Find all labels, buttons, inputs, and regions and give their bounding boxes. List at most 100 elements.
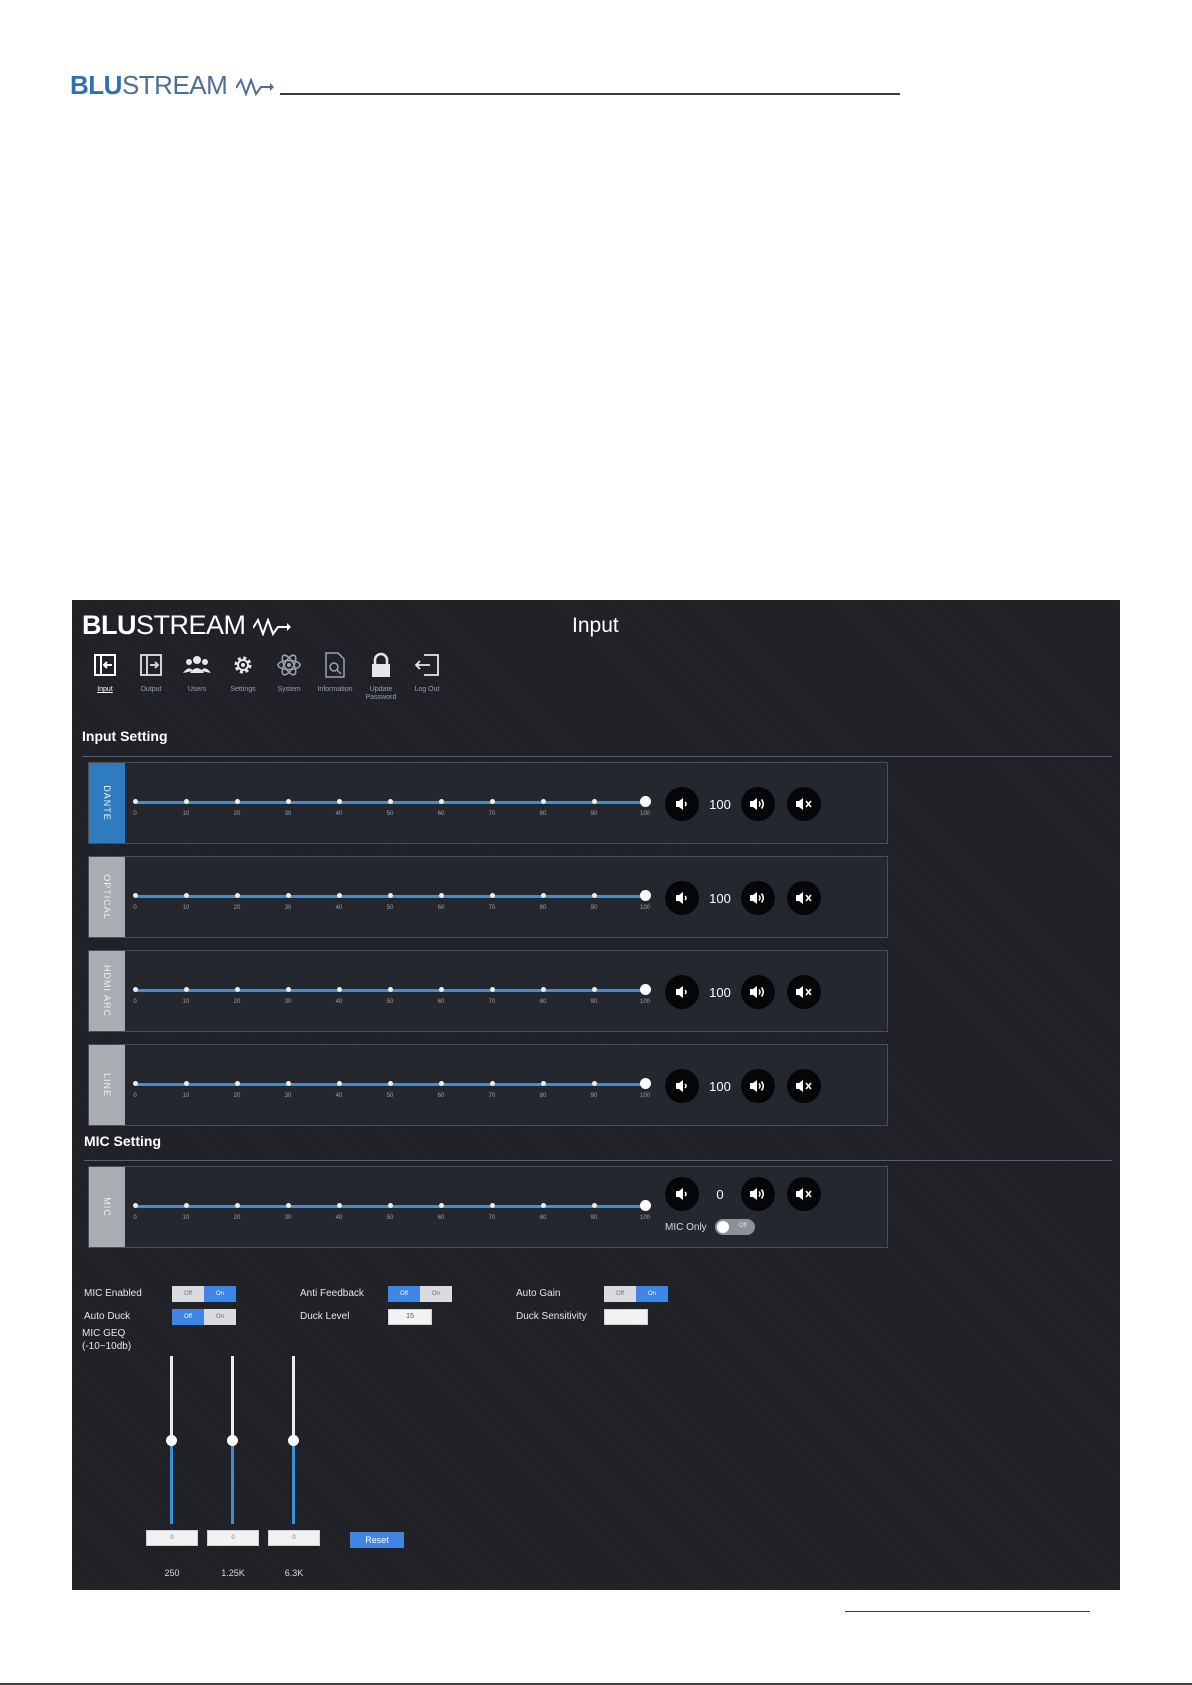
nav-system[interactable]: System: [266, 650, 312, 706]
slider-tick-label: 10: [182, 1093, 190, 1099]
volume-down-button[interactable]: [665, 1069, 699, 1103]
mic-geq-label: MIC GEQ (-10~10db): [82, 1328, 132, 1352]
geq-band-input[interactable]: 0: [207, 1530, 259, 1546]
slider-tick: [285, 987, 291, 992]
channel-tab[interactable]: LINE: [89, 1045, 125, 1125]
mic-only-toggle[interactable]: Off: [714, 1219, 755, 1235]
geq-band-slider[interactable]: [288, 1356, 299, 1524]
slider-tick: [489, 799, 495, 804]
slider-tick-label: 30: [284, 1093, 292, 1099]
nav-output[interactable]: Output: [128, 650, 174, 706]
channel-volume-value: 100: [709, 796, 731, 812]
slider-thumb[interactable]: [639, 1200, 651, 1211]
slider-tick: [132, 893, 138, 898]
volume-up-button[interactable]: [741, 1177, 775, 1211]
channel-volume-slider[interactable]: 0 10 20 30 40 50 60 70 80 90 100: [132, 890, 651, 921]
channel-volume-slider[interactable]: 0 10 20 30 40 50 60 70 80 90 100: [132, 1078, 651, 1109]
volume-down-button[interactable]: [665, 975, 699, 1009]
mute-button[interactable]: [787, 1177, 821, 1211]
duck-level-input[interactable]: 15: [388, 1309, 432, 1325]
volume-up-button[interactable]: [741, 881, 775, 915]
geq-slider-thumb[interactable]: [288, 1434, 299, 1446]
slider-tick: [489, 893, 495, 898]
geq-band-frequency: 6.3K: [284, 1568, 304, 1578]
speaker-low-icon: [676, 892, 687, 904]
nav-users[interactable]: Users: [174, 650, 220, 706]
slider-thumb[interactable]: [639, 796, 651, 807]
mute-button[interactable]: [787, 787, 821, 821]
slider-tick-label: 30: [284, 999, 292, 1005]
slider-tick-label: 90: [590, 1093, 598, 1099]
geq-band-input[interactable]: 0: [268, 1530, 320, 1546]
nav-log-out[interactable]: Log Out: [404, 650, 450, 706]
volume-down-button[interactable]: [665, 881, 699, 915]
channel-tab[interactable]: HDMI ARC: [89, 951, 125, 1031]
mic-enabled-toggle[interactable]: Off On: [172, 1286, 236, 1302]
volume-up-button[interactable]: [741, 787, 775, 821]
nav-settings[interactable]: Settings: [220, 650, 266, 706]
slider-tick: [540, 799, 546, 804]
channel-tab[interactable]: OPTICAL: [89, 857, 125, 937]
mic-enabled-label: MIC Enabled: [84, 1288, 142, 1299]
slider-tick-label: 10: [182, 811, 190, 817]
channel-tab-mic[interactable]: MIC: [89, 1167, 125, 1247]
slider-tick-label: 70: [488, 811, 496, 817]
geq-band-input[interactable]: 0: [146, 1530, 198, 1546]
slider-thumb[interactable]: [639, 1078, 651, 1089]
volume-up-button[interactable]: [741, 975, 775, 1009]
mic-only-control: MIC Only Off: [665, 1219, 755, 1235]
nav-information[interactable]: Information: [312, 650, 358, 706]
anti-feedback-label: Anti Feedback: [300, 1288, 364, 1299]
auto-duck-toggle[interactable]: Off On: [172, 1309, 236, 1325]
channel-volume-slider[interactable]: 0 10 20 30 40 50 60 70 80 90 100: [132, 984, 651, 1015]
slider-tick-label: 0: [133, 1215, 137, 1221]
volume-up-button[interactable]: [741, 1069, 775, 1103]
geq-band-slider[interactable]: [227, 1356, 238, 1524]
geq-slider-thumb[interactable]: [166, 1434, 177, 1446]
geq-band-slider[interactable]: [166, 1356, 177, 1524]
slider-tick: [591, 893, 597, 898]
nav-input[interactable]: Input: [82, 650, 128, 706]
slider-tick: [387, 799, 393, 804]
slider-tick-label: 20: [233, 999, 241, 1005]
speaker-low-icon: [676, 986, 687, 998]
slider-tick-label: 100: [639, 1093, 651, 1099]
geq-reset-button[interactable]: Reset: [350, 1532, 404, 1548]
mute-button[interactable]: [787, 975, 821, 1009]
document-header: BLUSTREAM: [70, 68, 900, 100]
slider-tick-label: 40: [335, 1093, 343, 1099]
input-icon: [90, 650, 120, 680]
nav-update-password[interactable]: Update Password: [358, 650, 404, 706]
channel-volume-controls: 100: [665, 881, 821, 915]
speaker-mute-icon: [796, 798, 812, 810]
slider-tick: [336, 893, 342, 898]
slider-tick-label: 0: [133, 1093, 137, 1099]
auto-gain-toggle[interactable]: Off On: [604, 1286, 668, 1302]
slider-tick-label: 50: [386, 999, 394, 1005]
input-channel-optical: OPTICAL 0 10 20 30 40 50 60 70 80 90 100 100: [88, 856, 888, 938]
channel-volume-controls: 100: [665, 975, 821, 1009]
input-channel-line: LINE 0 10 20 30 40 50 60 70 80 90 100 100: [88, 1044, 888, 1126]
anti-feedback-toggle[interactable]: Off On: [388, 1286, 452, 1302]
mic-setting-title: MIC Setting: [84, 1133, 161, 1149]
mute-button[interactable]: [787, 1069, 821, 1103]
volume-down-button[interactable]: [665, 1177, 699, 1211]
page-title: Input: [572, 614, 619, 637]
duck-sensitivity-input[interactable]: [604, 1309, 648, 1325]
volume-down-button[interactable]: [665, 787, 699, 821]
mic-volume-slider[interactable]: 0 10 20 30 40 50 60 70 80 90 100: [132, 1200, 651, 1231]
slider-thumb[interactable]: [639, 984, 651, 995]
speaker-high-icon: [750, 986, 764, 998]
slider-tick-label: 40: [335, 905, 343, 911]
slider-tick: [591, 1081, 597, 1086]
slider-tick: [234, 987, 240, 992]
channel-volume-value: 100: [709, 1078, 731, 1094]
slider-tick-label: 40: [335, 811, 343, 817]
geq-slider-thumb[interactable]: [227, 1434, 238, 1446]
channel-volume-slider[interactable]: 0 10 20 30 40 50 60 70 80 90 100: [132, 796, 651, 827]
slider-thumb[interactable]: [639, 890, 651, 901]
channel-tab[interactable]: DANTE: [89, 763, 125, 843]
mute-button[interactable]: [787, 881, 821, 915]
duck-level-label: Duck Level: [300, 1311, 350, 1322]
slider-tick: [336, 1081, 342, 1086]
